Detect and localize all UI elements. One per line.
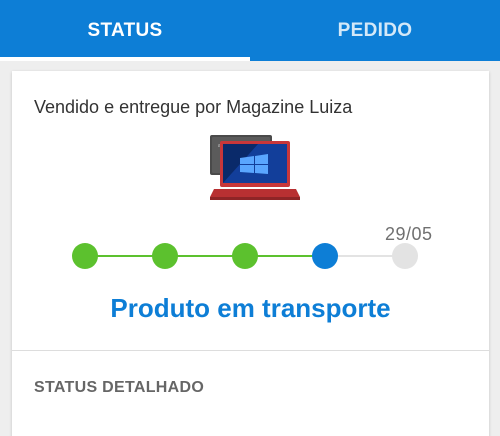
step-dot-5-pending (392, 243, 418, 269)
delivery-progress-stepper: 29/05 (72, 224, 432, 284)
current-status-text: Produto em transporte (110, 293, 391, 323)
laptop-product-image: acer (210, 135, 300, 200)
detailed-status-link[interactable]: STATUS DETALHADO (34, 379, 204, 397)
tab-status[interactable]: STATUS (0, 0, 250, 61)
step-dot-1 (72, 243, 98, 269)
step-dot-2 (152, 243, 178, 269)
divider (12, 350, 489, 351)
tab-pedido-label: PEDIDO (337, 19, 413, 41)
step-dot-3 (232, 243, 258, 269)
step-dot-4-current (312, 243, 338, 269)
expected-date: 29/05 (385, 224, 433, 244)
seller-text: Vendido e entregue por Magazine Luiza (34, 97, 353, 117)
tab-bar: STATUS PEDIDO (0, 0, 500, 61)
progress-line-done (85, 255, 325, 257)
order-status-card: Vendido e entregue por Magazine Luiza ac… (12, 71, 489, 436)
tab-pedido[interactable]: PEDIDO (250, 0, 500, 61)
tab-status-label: STATUS (87, 19, 163, 41)
